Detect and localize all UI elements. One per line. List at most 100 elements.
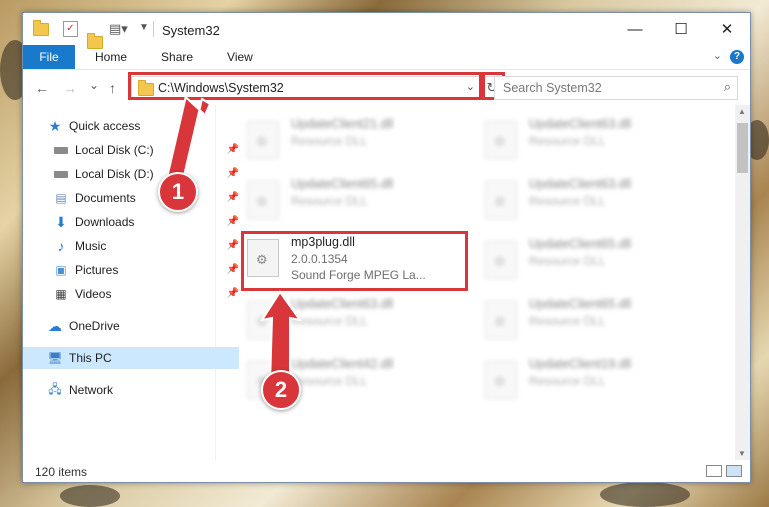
file-description: Resource DLL: [291, 374, 368, 388]
up-button[interactable]: ↑: [109, 80, 116, 96]
tab-home[interactable]: Home: [81, 45, 141, 69]
list-item[interactable]: UpdateClient65.dll Resource DLL: [481, 233, 701, 285]
network-icon: 🖧: [48, 381, 62, 396]
dll-file-icon: [485, 361, 517, 399]
status-bar: 120 items: [23, 460, 750, 482]
sidebar-item-label: Videos: [75, 287, 112, 301]
tab-view[interactable]: View: [213, 45, 267, 69]
file-name: UpdateClient65.dll: [529, 297, 632, 311]
file-name: UpdateClient63.dll: [529, 177, 632, 191]
file-list: UpdateClient21.dll Resource DLL UpdateCl…: [233, 105, 733, 460]
tab-share[interactable]: Share: [147, 45, 207, 69]
drive-icon: [53, 167, 69, 181]
sidebar-item-label: Local Disk (D:): [75, 167, 154, 181]
sidebar-item-label: This PC: [69, 351, 112, 365]
help-icon[interactable]: ?: [730, 50, 744, 64]
dll-file-icon: [485, 241, 517, 279]
sidebar-item-label: Network: [69, 383, 114, 397]
forward-button[interactable]: →: [63, 80, 77, 96]
file-description: Resource DLL: [529, 314, 606, 328]
file-name: UpdateClient63.dll: [291, 297, 394, 311]
music-icon: ♪: [57, 238, 65, 254]
file-description: Resource DLL: [291, 134, 368, 148]
address-highlight-box: [128, 72, 482, 100]
sidebar-item-label: Music: [75, 239, 107, 253]
sidebar-item-local-disk-d[interactable]: Local Disk (D:) 📌: [23, 163, 245, 185]
chevron-down-icon[interactable]: ▼: [139, 22, 149, 40]
dll-file-icon: [485, 301, 517, 339]
maximize-button[interactable]: ☐: [658, 13, 704, 45]
sidebar-item-pictures[interactable]: ▣ Pictures 📌: [23, 259, 245, 281]
navigation-bar: ← → ⌄ ↑ C:\Windows\System32 ⌄ ↻ Search S…: [23, 69, 750, 106]
file-name: UpdateClient21.dll: [291, 117, 394, 131]
pictures-icon: ▣: [55, 263, 67, 277]
sidebar-item-music[interactable]: ♪ Music 📌: [23, 235, 245, 257]
divider: [153, 21, 154, 37]
sidebar-item-documents[interactable]: ▤ Documents 📌: [23, 187, 245, 209]
list-item[interactable]: UpdateClient63.dll Resource DLL: [243, 293, 463, 345]
list-item[interactable]: UpdateClient65.dll Resource DLL: [243, 173, 463, 225]
videos-icon: ▦: [55, 287, 67, 301]
sidebar-item-label: Downloads: [75, 215, 135, 229]
item-count: 120 items: [35, 465, 88, 479]
drive-icon: [53, 143, 69, 157]
file-description: Resource DLL: [291, 314, 368, 328]
minimize-button[interactable]: —: [612, 13, 658, 45]
scroll-down-icon[interactable]: ▼: [738, 449, 746, 458]
list-item[interactable]: UpdateClient65.dll Resource DLL: [481, 293, 701, 345]
sidebar-item-label: Quick access: [69, 119, 141, 133]
close-button[interactable]: ✕: [704, 13, 750, 45]
dll-file-icon: [247, 181, 279, 219]
list-item[interactable]: UpdateClient19.dll Resource DLL: [481, 353, 701, 405]
recent-locations-button[interactable]: ⌄: [89, 78, 99, 92]
sidebar-item-network[interactable]: 🖧 Network: [23, 379, 239, 401]
scroll-thumb[interactable]: [737, 123, 748, 173]
list-item[interactable]: UpdateClient21.dll Resource DLL: [243, 113, 463, 165]
sidebar-item-this-pc[interactable]: 🖥 This PC: [23, 347, 239, 369]
file-description: Resource DLL: [529, 194, 606, 208]
file-description: Resource DLL: [291, 194, 368, 208]
title-bar: ✓ ▤▾ ▼ System32 — ☐ ✕: [23, 13, 750, 49]
file-name: UpdateClient19.dll: [529, 357, 632, 371]
sidebar-item-label: Local Disk (C:): [75, 143, 154, 157]
star-icon: ★: [48, 117, 62, 134]
vertical-scrollbar[interactable]: ▲ ▼: [735, 105, 750, 460]
file-description: Resource DLL: [529, 134, 606, 148]
content-area: ★ Quick access Local Disk (C:) 📌 Local D…: [23, 105, 750, 460]
large-icons-view-icon[interactable]: [726, 465, 742, 477]
file-description: Resource DLL: [529, 254, 606, 268]
window-title: System32: [162, 23, 220, 38]
list-item[interactable]: UpdateClient63.dll Resource DLL: [481, 173, 701, 225]
sidebar-item-quick-access[interactable]: ★ Quick access: [23, 115, 239, 137]
sidebar-item-videos[interactable]: ▦ Videos 📌: [23, 283, 245, 305]
search-input[interactable]: Search System32 ⌕: [494, 76, 738, 100]
computer-icon: 🖥: [47, 351, 63, 365]
sidebar-item-downloads[interactable]: ⬇ Downloads 📌: [23, 211, 245, 233]
scroll-up-icon[interactable]: ▲: [738, 107, 746, 116]
navigation-pane: ★ Quick access Local Disk (C:) 📌 Local D…: [23, 105, 239, 460]
file-highlight-box: [241, 231, 468, 291]
search-icon: ⌕: [723, 79, 731, 94]
file-name: UpdateClient42.dll: [291, 357, 394, 371]
callout-1: 1: [158, 172, 198, 212]
dll-file-icon: [485, 121, 517, 159]
tab-file[interactable]: File: [23, 45, 75, 69]
ribbon-tabs: File Home Share View ⌄ ?: [23, 45, 750, 69]
sidebar-item-label: OneDrive: [69, 319, 120, 333]
dll-file-icon: [247, 301, 279, 339]
file-name: UpdateClient65.dll: [291, 177, 394, 191]
details-view-icon[interactable]: [706, 465, 722, 477]
file-description: Resource DLL: [529, 374, 606, 388]
sidebar-item-onedrive[interactable]: ☁ OneDrive: [23, 315, 239, 337]
dll-file-icon: [247, 121, 279, 159]
sidebar-item-local-disk-c[interactable]: Local Disk (C:) 📌: [23, 139, 245, 161]
properties-icon[interactable]: ✓: [63, 21, 78, 37]
dll-file-icon: [485, 181, 517, 219]
cloud-icon: ☁: [48, 317, 62, 334]
expand-ribbon-icon[interactable]: ⌄: [713, 49, 722, 62]
sidebar-item-label: Pictures: [75, 263, 119, 277]
back-button[interactable]: ←: [35, 80, 49, 96]
customize-toolbar-icon[interactable]: ▤▾: [109, 21, 128, 39]
list-item[interactable]: UpdateClient63.dll Resource DLL: [481, 113, 701, 165]
explorer-window: ✓ ▤▾ ▼ System32 — ☐ ✕ File Home Share Vi…: [22, 12, 751, 483]
